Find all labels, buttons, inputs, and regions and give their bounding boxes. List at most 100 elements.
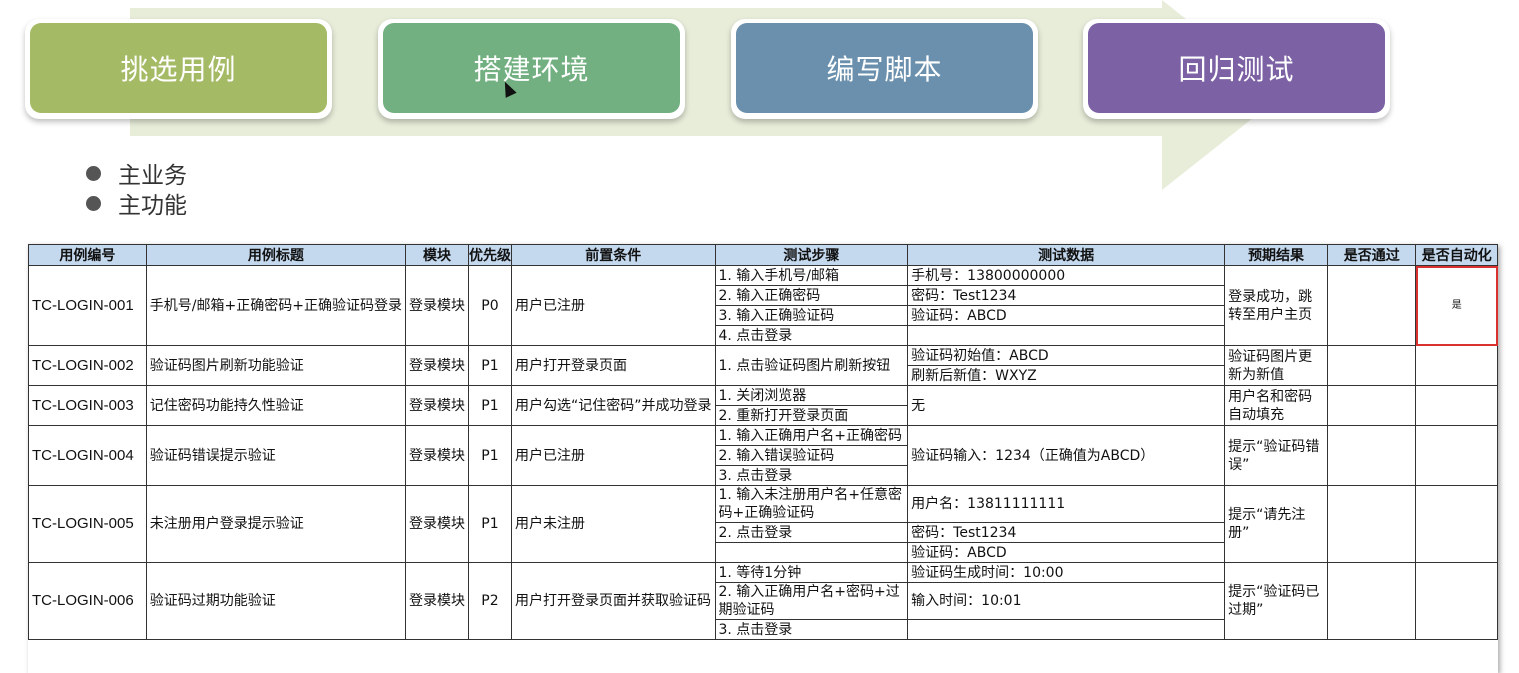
table-row[interactable]: TC-LOGIN-001 手机号/邮箱+正确密码+正确验证码登录 登录模块 P0… <box>28 265 1498 346</box>
expected-cell: 提示“验证码已过期” <box>1224 562 1329 640</box>
automated-cell[interactable] <box>1415 425 1498 486</box>
case-title-cell: 验证码图片刷新功能验证 <box>145 345 406 386</box>
case-title-cell: 验证码过期功能验证 <box>145 562 406 640</box>
step-pick-cases: 挑选用例 <box>25 19 332 119</box>
precondition-cell: 用户勾选“记住密码”并成功登录 <box>510 385 716 426</box>
priority-cell: P1 <box>467 345 512 386</box>
passed-cell[interactable] <box>1327 345 1417 386</box>
bullet-list: 主业务 主功能 <box>86 158 187 219</box>
data-cell: 验证码：ABCD <box>907 542 1226 563</box>
bullet-dot-icon <box>86 165 101 181</box>
header-case-id: 用例编号 <box>28 244 147 266</box>
data-cell: 密码：Test1234 <box>907 285 1226 306</box>
step-regression-test: 回归测试 <box>1083 19 1390 119</box>
automated-cell[interactable] <box>1415 485 1498 563</box>
table-row[interactable]: TC-LOGIN-002 验证码图片刷新功能验证 登录模块 P1 用户打开登录页… <box>28 345 1498 386</box>
precondition-cell: 用户打开登录页面 <box>510 345 716 386</box>
header-priority: 优先级 <box>467 244 512 266</box>
expected-cell: 提示“请先注册” <box>1224 485 1329 563</box>
precondition-cell: 用户已注册 <box>510 425 716 486</box>
header-test-steps: 测试步骤 <box>714 244 909 266</box>
passed-cell[interactable] <box>1327 385 1417 426</box>
passed-cell[interactable] <box>1327 265 1417 346</box>
expected-cell: 用户名和密码自动填充 <box>1224 385 1329 426</box>
data-cell: 密码：Test1234 <box>907 522 1226 543</box>
passed-cell[interactable] <box>1327 485 1417 563</box>
test-case-table: 用例编号 用例标题 模块 优先级 前置条件 测试步骤 测试数据 预期结果 是否通… <box>28 244 1498 640</box>
step-cell: 1. 输入正确用户名+正确密码 <box>714 425 909 446</box>
data-cell: 刷新后新值：WXYZ <box>907 365 1226 386</box>
step-pick-cases-label: 挑选用例 <box>30 23 327 113</box>
step-cell: 4. 点击登录 <box>714 325 909 346</box>
precondition-cell: 用户已注册 <box>510 265 716 346</box>
automated-cell[interactable]: 是 <box>1415 265 1498 346</box>
data-cell: 无 <box>907 385 1226 426</box>
data-cell: 验证码：ABCD <box>907 305 1226 326</box>
data-cell: 验证码生成时间：10:00 <box>907 562 1226 583</box>
table-row[interactable]: TC-LOGIN-006 验证码过期功能验证 登录模块 P2 用户打开登录页面并… <box>28 562 1498 640</box>
step-setup-env: 搭建环境 <box>378 19 685 119</box>
data-cell: 验证码输入：1234（正确值为ABCD） <box>907 425 1226 486</box>
step-cell: 3. 点击登录 <box>714 465 909 486</box>
step-cell: 1. 等待1分钟 <box>714 562 909 583</box>
expected-cell: 登录成功，跳转至用户主页 <box>1224 265 1329 346</box>
bullet-item: 主功能 <box>86 188 187 219</box>
case-id-cell: TC-LOGIN-006 <box>28 562 147 640</box>
case-id-cell: TC-LOGIN-004 <box>28 425 147 486</box>
module-cell: 登录模块 <box>404 425 469 486</box>
module-cell: 登录模块 <box>404 385 469 426</box>
step-cell: 2. 输入正确密码 <box>714 285 909 306</box>
automated-cell[interactable] <box>1415 345 1498 386</box>
case-id-cell: TC-LOGIN-002 <box>28 345 147 386</box>
module-cell: 登录模块 <box>404 562 469 640</box>
case-title-cell: 记住密码功能持久性验证 <box>145 385 406 426</box>
step-cell: 2. 输入错误验证码 <box>714 445 909 466</box>
bullet-text: 主功能 <box>118 193 187 219</box>
header-passed: 是否通过 <box>1327 244 1417 266</box>
case-title-cell: 手机号/邮箱+正确密码+正确验证码登录 <box>145 265 406 346</box>
step-cell: 2. 点击登录 <box>714 522 909 543</box>
case-id-cell: TC-LOGIN-005 <box>28 485 147 563</box>
step-cell: 1. 关闭浏览器 <box>714 385 909 406</box>
expected-cell: 验证码图片更新为新值 <box>1224 345 1329 386</box>
step-cell: 2. 重新打开登录页面 <box>714 405 909 426</box>
precondition-cell: 用户未注册 <box>510 485 716 563</box>
expected-cell: 提示“验证码错误” <box>1224 425 1329 486</box>
header-expected-result: 预期结果 <box>1224 244 1329 266</box>
bullet-item: 主业务 <box>86 158 187 189</box>
header-automated: 是否自动化 <box>1415 244 1498 266</box>
priority-cell: P1 <box>467 425 512 486</box>
priority-cell: P1 <box>467 485 512 563</box>
priority-cell: P1 <box>467 385 512 426</box>
priority-cell: P2 <box>467 562 512 640</box>
precondition-cell: 用户打开登录页面并获取验证码 <box>510 562 716 640</box>
step-setup-env-label: 搭建环境 <box>383 23 680 113</box>
header-precondition: 前置条件 <box>510 244 716 266</box>
step-cell-empty <box>714 542 909 563</box>
bullet-dot-icon <box>86 195 101 211</box>
module-cell: 登录模块 <box>404 485 469 563</box>
header-test-data: 测试数据 <box>907 244 1226 266</box>
step-cell: 2. 输入正确用户名+密码+过期验证码 <box>714 582 909 620</box>
case-id-cell: TC-LOGIN-001 <box>28 265 147 346</box>
step-write-scripts: 编写脚本 <box>731 19 1038 119</box>
data-cell: 手机号：13800000000 <box>907 265 1226 286</box>
table-row[interactable]: TC-LOGIN-003 记住密码功能持久性验证 登录模块 P1 用户勾选“记住… <box>28 385 1498 426</box>
data-cell-empty <box>907 325 1226 346</box>
automated-cell[interactable] <box>1415 385 1498 426</box>
test-case-table-container: 用例编号 用例标题 模块 优先级 前置条件 测试步骤 测试数据 预期结果 是否通… <box>28 244 1498 673</box>
case-title-cell: 未注册用户登录提示验证 <box>145 485 406 563</box>
passed-cell[interactable] <box>1327 425 1417 486</box>
step-regression-test-label: 回归测试 <box>1088 23 1385 113</box>
passed-cell[interactable] <box>1327 562 1417 640</box>
header-case-title: 用例标题 <box>145 244 406 266</box>
bullet-text: 主业务 <box>118 163 187 189</box>
automated-cell[interactable] <box>1415 562 1498 640</box>
data-cell: 用户名：13811111111 <box>907 485 1226 523</box>
step-cell: 3. 点击登录 <box>714 619 909 640</box>
table-header-row: 用例编号 用例标题 模块 优先级 前置条件 测试步骤 测试数据 预期结果 是否通… <box>28 244 1498 266</box>
step-cell: 3. 输入正确验证码 <box>714 305 909 326</box>
priority-cell: P0 <box>467 265 512 346</box>
step-cell: 1. 输入未注册用户名+任意密码+正确验证码 <box>714 485 909 523</box>
header-module: 模块 <box>404 244 469 266</box>
